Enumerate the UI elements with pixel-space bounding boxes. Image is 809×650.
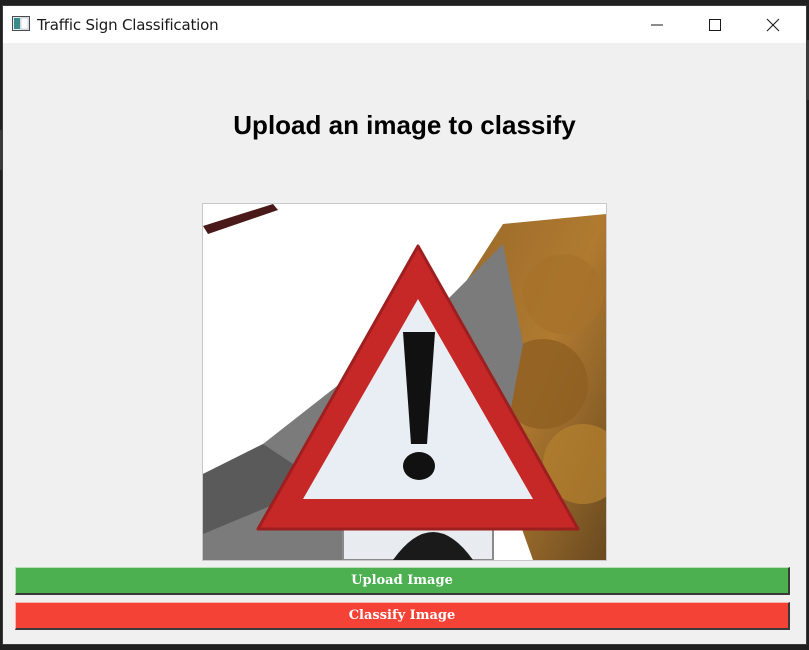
minimize-button[interactable]	[628, 6, 686, 43]
classify-image-button[interactable]: Classify Image	[15, 602, 790, 630]
title-bar[interactable]: Traffic Sign Classification	[3, 6, 806, 43]
close-icon	[766, 18, 780, 31]
image-preview	[202, 203, 607, 561]
minimize-icon	[651, 24, 663, 25]
maximize-button[interactable]	[686, 6, 744, 43]
window-title: Traffic Sign Classification	[37, 16, 219, 34]
upload-image-button[interactable]: Upload Image	[15, 567, 790, 595]
app-window: Traffic Sign Classification Upload an im…	[3, 6, 806, 644]
close-button[interactable]	[744, 6, 802, 43]
page-heading: Upload an image to classify	[233, 110, 576, 140]
window-app-icon	[12, 16, 30, 31]
warning-sign-photo	[203, 204, 606, 560]
maximize-icon	[709, 18, 721, 31]
